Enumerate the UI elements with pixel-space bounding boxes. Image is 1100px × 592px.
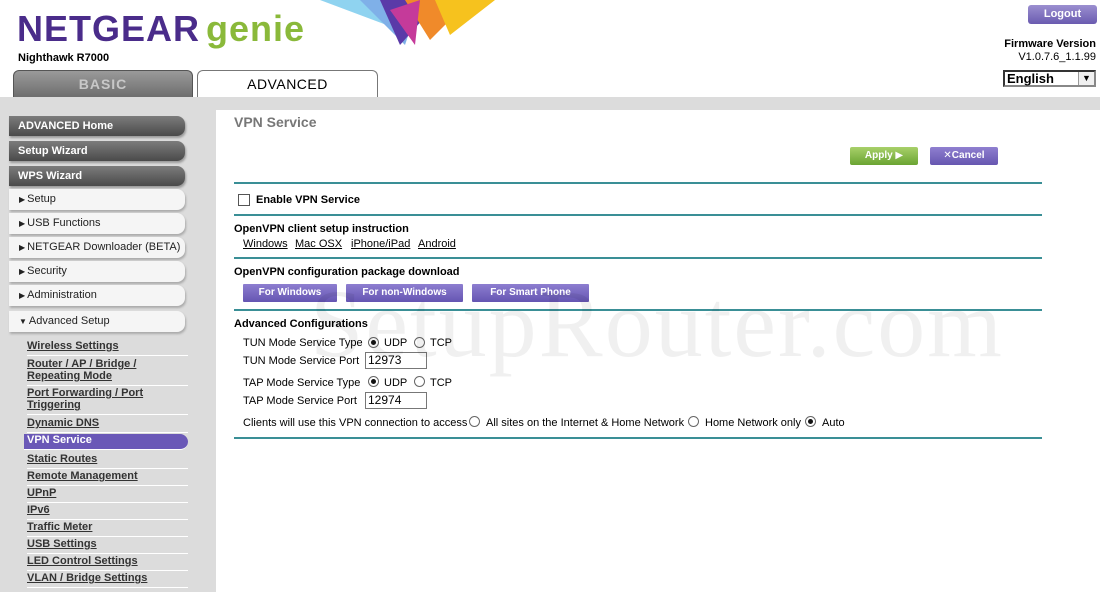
- netgear-genie-logo: NETGEAR genie: [17, 8, 305, 50]
- tun-udp-radio[interactable]: [368, 337, 379, 348]
- link-android[interactable]: Android: [418, 238, 456, 250]
- tap-tcp-radio[interactable]: [414, 376, 425, 387]
- apply-button[interactable]: Apply ▶: [850, 147, 918, 165]
- access-home-only-label: Home Network only: [705, 417, 801, 429]
- product-name: genie: [206, 8, 306, 49]
- main-content: VPN Service Apply ▶ ✕Cancel Enable VPN S…: [216, 110, 1100, 592]
- enable-vpn-checkbox[interactable]: [238, 194, 250, 206]
- tap-tcp-label: TCP: [430, 377, 452, 389]
- sidebar-section-administration[interactable]: ▶ Administration: [9, 285, 185, 306]
- sidebar-item-router-ap-bridge[interactable]: Router / AP / Bridge / Repeating Mode: [27, 358, 188, 386]
- tap-udp-label: UDP: [384, 377, 408, 389]
- sidebar-item-remote-management[interactable]: Remote Management: [27, 470, 188, 486]
- sidebar-item-upnp[interactable]: UPnP: [27, 487, 188, 503]
- tab-advanced[interactable]: ADVANCED: [197, 70, 378, 97]
- caret-right-icon: ▶: [19, 219, 26, 228]
- divider: [234, 309, 1042, 311]
- access-all-sites-label: All sites on the Internet & Home Network: [486, 417, 685, 429]
- caret-right-icon: ▶: [19, 267, 26, 276]
- sidebar-item-advanced-home[interactable]: ADVANCED Home: [9, 116, 185, 136]
- sidebar-item-static-routes[interactable]: Static Routes: [27, 453, 188, 469]
- tap-udp-radio[interactable]: [368, 376, 379, 387]
- sidebar-section-netgear-downloader[interactable]: ▶ NETGEAR Downloader (BETA): [9, 237, 185, 258]
- tab-basic[interactable]: BASIC: [13, 70, 193, 97]
- decorative-banner: [320, 0, 495, 45]
- firmware-label: Firmware Version: [1004, 38, 1096, 50]
- sidebar-item-wireless-settings[interactable]: Wireless Settings: [27, 340, 188, 356]
- language-select[interactable]: English ▼: [1003, 70, 1096, 87]
- tun-tcp-radio[interactable]: [414, 337, 425, 348]
- divider: [234, 437, 1042, 439]
- download-smart-phone-button[interactable]: For Smart Phone: [472, 284, 589, 302]
- sidebar-item-ipv6[interactable]: IPv6: [27, 504, 188, 520]
- tap-type-label: TAP Mode Service Type: [243, 377, 361, 389]
- tun-tcp-label: TCP: [430, 337, 452, 349]
- sidebar-item-vpn-service[interactable]: VPN Service: [24, 434, 188, 450]
- sidebar-section-setup[interactable]: ▶ Setup: [9, 189, 185, 210]
- tun-port-label: TUN Mode Service Port: [243, 355, 360, 367]
- brand-name: NETGEAR: [17, 8, 201, 49]
- download-non-windows-button[interactable]: For non-Windows: [346, 284, 463, 302]
- sidebar-section-label: USB Functions: [27, 217, 101, 229]
- sidebar-item-setup-wizard[interactable]: Setup Wizard: [9, 141, 185, 161]
- caret-down-icon: ▼: [19, 317, 27, 326]
- cancel-button[interactable]: ✕Cancel: [930, 147, 998, 165]
- language-value: English: [1007, 71, 1054, 86]
- sidebar-item-dynamic-dns[interactable]: Dynamic DNS: [27, 417, 188, 433]
- nav-divider-band: [0, 97, 1100, 110]
- firmware-version: V1.0.7.6_1.1.99: [1018, 51, 1096, 63]
- sidebar-section-advanced-setup[interactable]: ▼ Advanced Setup: [9, 311, 185, 332]
- tun-udp-label: UDP: [384, 337, 408, 349]
- sidebar-section-label: Administration: [27, 289, 97, 301]
- client-setup-heading: OpenVPN client setup instruction: [234, 223, 409, 235]
- link-mac-osx[interactable]: Mac OSX: [295, 238, 342, 250]
- sidebar-section-label: Setup: [27, 193, 56, 205]
- sidebar-section-label: Security: [27, 265, 67, 277]
- tun-type-label: TUN Mode Service Type: [243, 337, 363, 349]
- download-windows-button[interactable]: For Windows: [243, 284, 337, 302]
- access-auto-label: Auto: [822, 417, 845, 429]
- package-download-heading: OpenVPN configuration package download: [234, 266, 460, 278]
- access-home-only-radio[interactable]: [688, 416, 699, 427]
- enable-vpn-label: Enable VPN Service: [256, 194, 360, 206]
- divider: [234, 182, 1042, 184]
- sidebar-section-label: Advanced Setup: [28, 315, 110, 327]
- clients-access-label: Clients will use this VPN connection to …: [243, 417, 468, 429]
- sidebar-item-port-forwarding[interactable]: Port Forwarding / Port Triggering: [27, 387, 188, 415]
- access-all-sites-radio[interactable]: [469, 416, 480, 427]
- sidebar-section-security[interactable]: ▶ Security: [9, 261, 185, 282]
- advanced-config-heading: Advanced Configurations: [234, 318, 368, 330]
- divider: [234, 257, 1042, 259]
- sidebar: ADVANCED Home Setup Wizard WPS Wizard ▶ S…: [0, 110, 216, 592]
- router-model: Nighthawk R7000: [18, 52, 110, 64]
- access-auto-radio[interactable]: [805, 416, 816, 427]
- chevron-down-icon[interactable]: ▼: [1078, 72, 1094, 85]
- tap-port-label: TAP Mode Service Port: [243, 395, 357, 407]
- sidebar-item-usb-settings[interactable]: USB Settings: [27, 538, 188, 554]
- sidebar-item-traffic-meter[interactable]: Traffic Meter: [27, 521, 188, 537]
- header: NETGEAR genie Nighthawk R7000 BASIC ADVAN…: [0, 0, 1100, 97]
- sidebar-item-wps-wizard[interactable]: WPS Wizard: [9, 166, 185, 186]
- caret-right-icon: ▶: [19, 195, 26, 204]
- sidebar-item-led-control[interactable]: LED Control Settings: [27, 555, 188, 571]
- tap-port-input[interactable]: 12974: [365, 392, 427, 409]
- logout-button[interactable]: Logout: [1028, 5, 1097, 24]
- sidebar-section-label: NETGEAR Downloader (BETA): [27, 241, 181, 253]
- sidebar-item-vlan-bridge[interactable]: VLAN / Bridge Settings: [27, 572, 188, 588]
- divider: [234, 214, 1042, 216]
- link-iphone-ipad[interactable]: iPhone/iPad: [351, 238, 410, 250]
- caret-right-icon: ▶: [19, 291, 26, 300]
- page-title: VPN Service: [234, 114, 317, 130]
- link-windows[interactable]: Windows: [243, 238, 288, 250]
- tun-port-input[interactable]: 12973: [365, 352, 427, 369]
- caret-right-icon: ▶: [19, 243, 26, 252]
- sidebar-section-usb-functions[interactable]: ▶ USB Functions: [9, 213, 185, 234]
